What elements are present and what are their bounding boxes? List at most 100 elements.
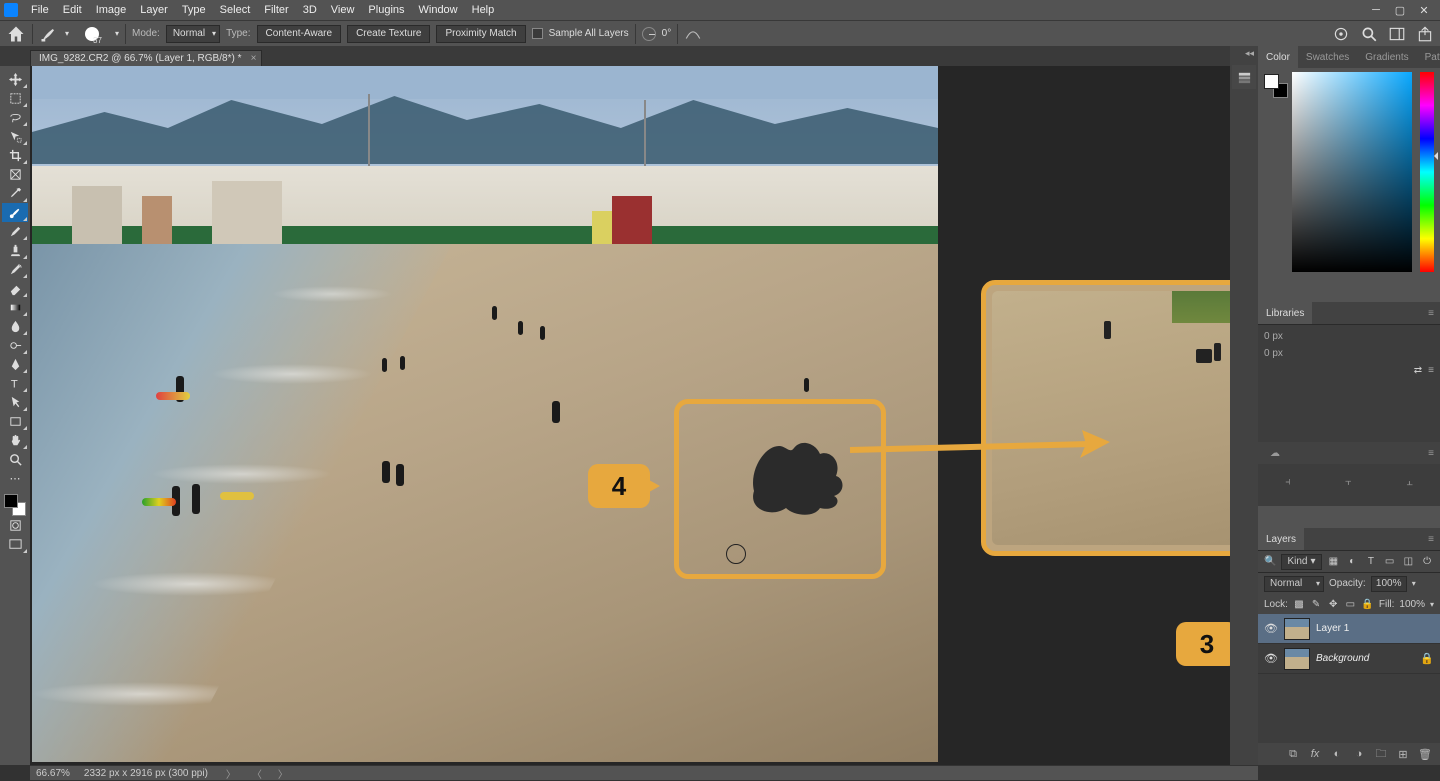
zoom-level[interactable]: 66.67% (36, 768, 70, 779)
menu-plugins[interactable]: Plugins (361, 4, 411, 16)
mode-dropdown[interactable]: Normal (166, 25, 220, 43)
new-layer-icon[interactable]: ⊞ (1396, 747, 1410, 761)
dodge-tool[interactable] (2, 336, 28, 355)
hue-slider-thumb-icon[interactable] (1430, 152, 1438, 160)
tab-gradients[interactable]: Gradients (1357, 46, 1416, 68)
pen-tool[interactable] (2, 355, 28, 374)
new-fill-layer-icon[interactable]: ◑ (1352, 747, 1366, 761)
spot-healing-brush-tool[interactable] (2, 203, 28, 222)
layer-row-background[interactable]: 👁 Background 🔒 (1258, 644, 1440, 674)
marquee-tool[interactable] (2, 89, 28, 108)
menu-help[interactable]: Help (465, 4, 502, 16)
tab-layers[interactable]: Layers (1258, 528, 1304, 550)
type-tool[interactable]: T (2, 374, 28, 393)
status-more-icon[interactable]: 〉 (226, 766, 234, 781)
lock-artboard-icon[interactable]: ▭ (1344, 597, 1356, 611)
cloud-docs-icon[interactable] (1332, 25, 1350, 43)
menu-select[interactable]: Select (213, 4, 258, 16)
menu-filter[interactable]: Filter (257, 4, 295, 16)
delete-layer-icon[interactable]: 🗑 (1418, 747, 1432, 761)
lock-position-icon[interactable]: ✥ (1327, 597, 1339, 611)
type-content-aware-button[interactable]: Content-Aware (257, 25, 342, 43)
zoom-tool[interactable] (2, 450, 28, 469)
status-next-icon[interactable]: 〉 (278, 766, 286, 781)
align-left-icon[interactable]: ⫞ (1285, 476, 1291, 489)
color-field[interactable] (1292, 72, 1412, 272)
brush-preset-picker[interactable]: 37 (75, 24, 109, 44)
history-brush-tool[interactable] (2, 260, 28, 279)
expand-dock-icon[interactable]: ◂◂ (1230, 46, 1258, 61)
brush-tool[interactable] (2, 222, 28, 241)
workspace-icon[interactable] (1388, 25, 1406, 43)
layers-panel-menu-icon[interactable]: ≡ (1422, 534, 1440, 545)
window-maximize-icon[interactable]: ▢ (1388, 2, 1412, 18)
link-layers-icon[interactable]: ⧉ (1286, 747, 1300, 761)
edit-toolbar-icon[interactable]: ⋯ (2, 469, 28, 488)
menu-type[interactable]: Type (175, 4, 213, 16)
layer-name[interactable]: Layer 1 (1316, 623, 1349, 634)
crop-tool[interactable] (2, 146, 28, 165)
quick-mask-icon[interactable] (2, 516, 28, 535)
current-tool-icon[interactable] (39, 24, 59, 44)
clone-stamp-tool[interactable] (2, 241, 28, 260)
gradient-tool[interactable] (2, 298, 28, 317)
new-group-icon[interactable]: 🗀 (1374, 747, 1388, 761)
sample-all-layers-checkbox[interactable] (532, 28, 543, 39)
menu-file[interactable]: File (24, 4, 56, 16)
pressure-size-icon[interactable] (684, 25, 702, 43)
align-right-icon[interactable]: ⫠ (1406, 476, 1413, 489)
type-proximity-match-button[interactable]: Proximity Match (436, 25, 525, 43)
filter-pixel-icon[interactable]: ▦ (1327, 555, 1341, 569)
lock-transparent-icon[interactable]: ▩ (1293, 597, 1305, 611)
lasso-tool[interactable] (2, 108, 28, 127)
window-minimize-icon[interactable]: ─ (1364, 2, 1388, 18)
layer-visibility-icon[interactable]: 👁 (1264, 622, 1278, 635)
opacity-field[interactable]: 100% (1371, 576, 1407, 592)
layer-row-layer1[interactable]: 👁 Layer 1 (1258, 614, 1440, 644)
filter-shape-icon[interactable]: ▭ (1383, 555, 1397, 569)
menu-layer[interactable]: Layer (133, 4, 175, 16)
eraser-tool[interactable] (2, 279, 28, 298)
layer-visibility-icon[interactable]: 👁 (1264, 652, 1278, 665)
eyedropper-tool[interactable] (2, 184, 28, 203)
search-icon[interactable] (1360, 25, 1378, 43)
path-select-tool[interactable] (2, 393, 28, 412)
menu-image[interactable]: Image (89, 4, 134, 16)
menu-window[interactable]: Window (412, 4, 465, 16)
hue-slider[interactable] (1420, 72, 1434, 272)
move-tool[interactable] (2, 70, 28, 89)
lock-all-icon[interactable]: 🔒 (1361, 597, 1373, 611)
tab-swatches[interactable]: Swatches (1298, 46, 1357, 68)
color-panel-fg-swatch[interactable] (1264, 74, 1279, 89)
properties-cloud-icon[interactable]: ☁ (1264, 448, 1286, 459)
lock-image-icon[interactable]: ✎ (1310, 597, 1322, 611)
layers-kind-dropdown[interactable]: Kind ▾ (1281, 554, 1321, 570)
layer-thumbnail[interactable] (1284, 648, 1310, 670)
layer-name[interactable]: Background (1316, 653, 1369, 664)
filter-toggle-icon[interactable]: ⏻ (1420, 555, 1434, 569)
layer-mask-icon[interactable]: ◐ (1330, 747, 1344, 761)
rectangle-tool[interactable] (2, 412, 28, 431)
fill-field[interactable]: 100% (1399, 599, 1425, 610)
document-info[interactable]: 2332 px x 2916 px (300 ppi) (84, 768, 208, 779)
angle-dial-icon[interactable] (642, 27, 656, 41)
document-tab[interactable]: IMG_9282.CR2 @ 66.7% (Layer 1, RGB/8*) *… (30, 50, 262, 66)
libraries-panel-menu-icon[interactable]: ≡ (1422, 308, 1440, 319)
layer-lock-icon[interactable]: 🔒 (1420, 652, 1434, 665)
hand-tool[interactable] (2, 431, 28, 450)
filter-adjust-icon[interactable]: ◐ (1345, 555, 1359, 569)
screen-mode-icon[interactable] (2, 535, 28, 554)
layer-fx-icon[interactable]: fx (1308, 747, 1322, 761)
properties-panel-menu-icon[interactable]: ≡ (1422, 448, 1440, 459)
quick-select-tool[interactable] (2, 127, 28, 146)
status-prev-icon[interactable]: 〈 (252, 766, 260, 781)
history-panel-icon[interactable] (1232, 65, 1256, 89)
libraries-align-icon[interactable]: ≡ (1428, 365, 1434, 376)
window-close-icon[interactable]: ✕ (1412, 2, 1436, 18)
blur-tool[interactable] (2, 317, 28, 336)
filter-type-icon[interactable]: T (1364, 555, 1378, 569)
filter-smart-icon[interactable]: ◫ (1402, 555, 1416, 569)
menu-3d[interactable]: 3D (296, 4, 324, 16)
type-create-texture-button[interactable]: Create Texture (347, 25, 430, 43)
menu-view[interactable]: View (324, 4, 362, 16)
